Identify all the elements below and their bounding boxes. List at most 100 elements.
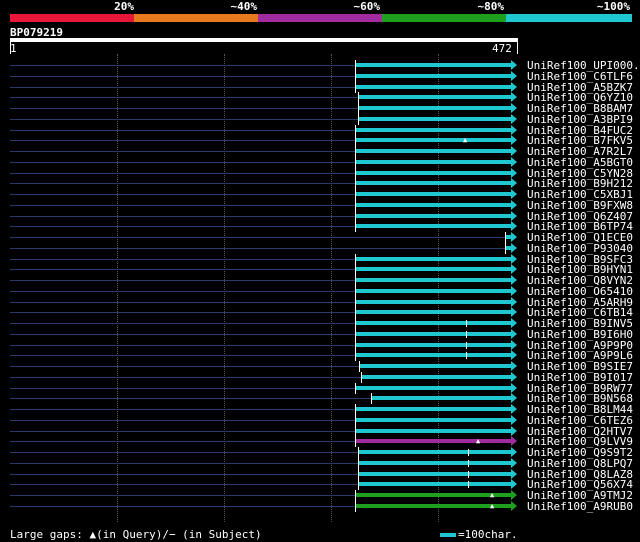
- alignment-arrow-icon: [511, 297, 517, 307]
- alignment-bar[interactable]: [356, 181, 511, 185]
- alignment-bar[interactable]: [356, 192, 511, 196]
- hit-row[interactable]: ▲ UniRef100_A9RUB0: [0, 500, 640, 513]
- alignment-bar[interactable]: [356, 160, 511, 164]
- legend-label: 20%: [114, 0, 134, 13]
- alignment-bar[interactable]: [356, 128, 511, 132]
- ruler-start-label: 1: [10, 42, 17, 55]
- legend-segment: [134, 14, 258, 22]
- alignment-bar[interactable]: [359, 95, 511, 99]
- alignment-bar[interactable]: [356, 343, 511, 347]
- alignment-bar[interactable]: [356, 439, 511, 443]
- subject-gap-mark: [468, 449, 469, 456]
- unaligned-region: [10, 194, 355, 195]
- alignment-bar[interactable]: [359, 472, 511, 476]
- alignment-arrow-icon: [511, 415, 517, 425]
- subject-gap-mark: [468, 481, 469, 488]
- alignment-arrow-icon: [511, 404, 517, 414]
- alignment-bar[interactable]: [359, 461, 511, 465]
- alignment-arrow-icon: [511, 350, 517, 360]
- alignment-bar[interactable]: [356, 214, 511, 218]
- alignment-bar[interactable]: [356, 300, 511, 304]
- alignment-arrow-icon: [511, 307, 517, 317]
- alignment-bar[interactable]: [362, 375, 511, 379]
- unaligned-region: [10, 183, 355, 184]
- scale-text: =100char.: [458, 528, 518, 541]
- legend-segment: [10, 14, 134, 22]
- alignment-arrow-icon: [511, 135, 517, 145]
- unaligned-region: [10, 484, 358, 485]
- unaligned-region: [10, 130, 355, 131]
- alignment-bar[interactable]: [356, 310, 511, 314]
- alignment-bar[interactable]: [356, 504, 511, 508]
- alignment-arrow-icon: [511, 60, 517, 70]
- alignment-arrow-icon: [511, 436, 517, 446]
- unaligned-region: [10, 420, 355, 421]
- alignment-bar[interactable]: [356, 407, 511, 411]
- alignment-bar[interactable]: [356, 85, 511, 89]
- unaligned-region: [10, 205, 355, 206]
- alignment-bar[interactable]: [359, 482, 511, 486]
- unaligned-region: [10, 474, 358, 475]
- alignment-bar[interactable]: [356, 257, 511, 261]
- alignment-bar[interactable]: [356, 386, 511, 390]
- alignment-arrow-icon: [511, 383, 517, 393]
- alignment-bar[interactable]: [359, 106, 511, 110]
- alignment-bar[interactable]: [356, 203, 511, 207]
- alignment-bar[interactable]: [356, 171, 511, 175]
- alignment-arrow-icon: [511, 254, 517, 264]
- unaligned-region: [10, 506, 355, 507]
- unaligned-region: [10, 323, 355, 324]
- alignment-bar[interactable]: [359, 450, 511, 454]
- unaligned-region: [10, 291, 355, 292]
- unaligned-region: [10, 259, 355, 260]
- alignment-arrow-icon: [511, 125, 517, 135]
- unaligned-region: [10, 409, 355, 410]
- alignment-arrow-icon: [511, 372, 517, 382]
- alignment-bar[interactable]: [356, 63, 511, 67]
- alignment-arrow-icon: [511, 490, 517, 500]
- alignment-bar[interactable]: [356, 429, 511, 433]
- hit-label[interactable]: UniRef100_A9RUB0: [527, 500, 633, 513]
- subject-gap-mark: [466, 331, 467, 338]
- unaligned-region: [10, 431, 355, 432]
- alignment-bar[interactable]: [359, 117, 511, 121]
- unaligned-region: [10, 388, 355, 389]
- unaligned-region: [10, 76, 355, 77]
- alignment-arrow-icon: [511, 275, 517, 285]
- alignment-arrow-icon: [511, 168, 517, 178]
- alignment-bar[interactable]: [356, 278, 511, 282]
- unaligned-region: [10, 162, 355, 163]
- unaligned-region: [10, 345, 355, 346]
- alignment-bar[interactable]: [356, 224, 511, 228]
- alignment-bar[interactable]: [356, 289, 511, 293]
- alignment-arrow-icon: [511, 146, 517, 156]
- alignment-arrow-icon: [511, 329, 517, 339]
- subject-gap-mark: [468, 460, 469, 467]
- alignment-arrow-icon: [511, 286, 517, 296]
- alignment-bar[interactable]: [356, 321, 511, 325]
- legend-segment: [258, 14, 382, 22]
- alignment-arrow-icon: [511, 189, 517, 199]
- legend-segment: [506, 14, 632, 22]
- alignment-arrow-icon: [511, 318, 517, 328]
- unaligned-region: [10, 463, 358, 464]
- query-ruler: [10, 38, 518, 42]
- alignment-bar[interactable]: [356, 74, 511, 78]
- ruler-end-label: 472: [492, 42, 512, 55]
- subject-gap-mark: [466, 320, 467, 327]
- unaligned-region: [10, 312, 355, 313]
- alignment-arrow-icon: [511, 501, 517, 511]
- alignment-bar[interactable]: [356, 149, 511, 153]
- unaligned-region: [10, 173, 355, 174]
- alignment-bar[interactable]: [356, 493, 511, 497]
- alignment-bar[interactable]: [356, 418, 511, 422]
- alignment-bar[interactable]: [356, 138, 511, 142]
- alignment-bar[interactable]: [356, 332, 511, 336]
- alignment-bar[interactable]: [360, 364, 511, 368]
- alignment-bar[interactable]: [372, 396, 511, 400]
- alignment-arrow-icon: [511, 340, 517, 350]
- ruler-end-tick: [517, 42, 518, 54]
- alignment-bar[interactable]: [356, 267, 511, 271]
- subject-gap-mark: [466, 352, 467, 359]
- alignment-bar[interactable]: [356, 353, 511, 357]
